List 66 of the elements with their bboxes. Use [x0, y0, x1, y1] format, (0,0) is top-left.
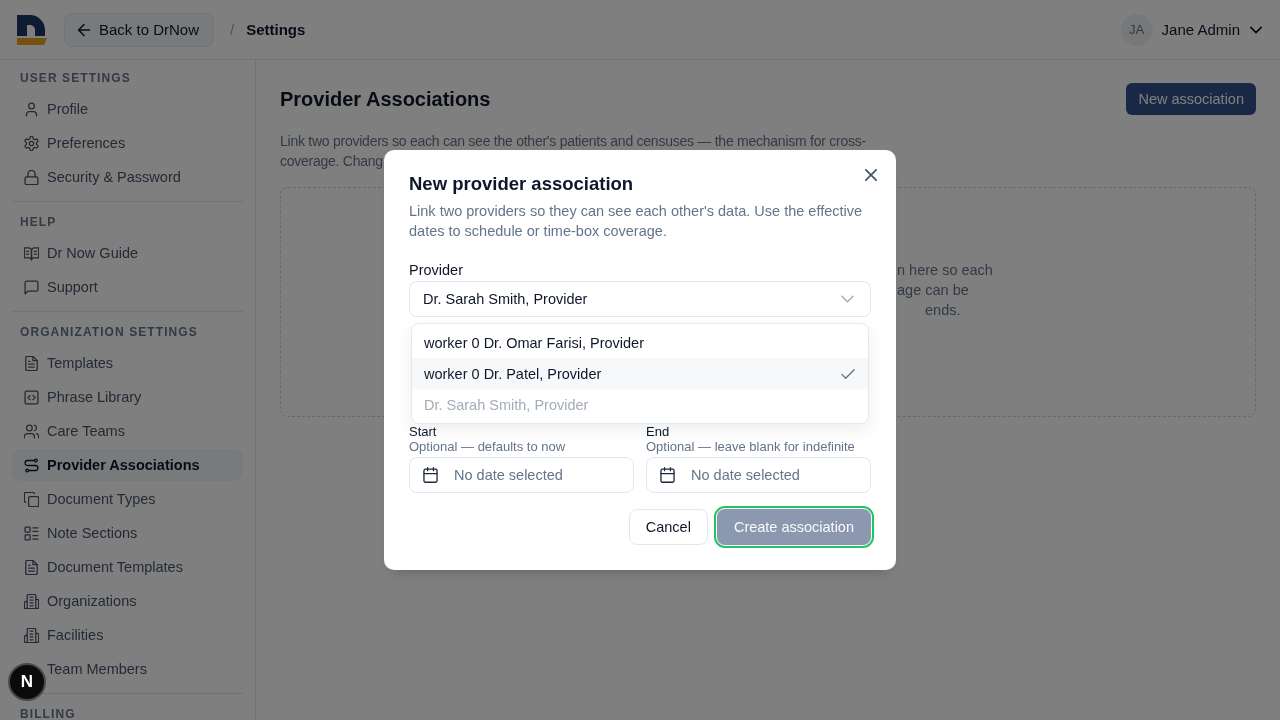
sidebar-link[interactable]: Facilities: [12, 619, 243, 651]
building-icon: [24, 627, 39, 643]
sidebar-section-heading: USER SETTINGS: [19, 70, 132, 86]
dropdown-option[interactable]: worker 0 Dr. Omar Farisi, Provider: [412, 327, 868, 358]
people-icon: [24, 423, 39, 439]
user-menu-button[interactable]: Jane Admin: [1161, 21, 1262, 38]
provider-select[interactable]: Dr. Sarah Smith, Provider: [409, 281, 871, 317]
sidebar-link[interactable]: Document Templates: [12, 551, 243, 583]
sidebar-link[interactable]: Care Teams: [12, 415, 243, 447]
breadcrumb-separator: /: [230, 21, 235, 38]
book-icon: [24, 245, 39, 261]
field-hint: Optional — leave blank for indefinite: [646, 439, 855, 455]
dev-tools-button[interactable]: N: [8, 663, 46, 701]
dialog-title: New provider association: [409, 174, 635, 194]
sidebar-link[interactable]: Support: [12, 271, 243, 303]
logo-icon: [16, 13, 48, 46]
breadcrumb-current: Settings: [246, 21, 306, 38]
field-label: Start: [409, 425, 437, 439]
sidebar-link[interactable]: Phrase Library: [12, 381, 243, 413]
page-description: Link two providers so each can see the other's patients and censuses — the mechanism for cross-coverage. Chang: [280, 132, 867, 171]
sidebar-link[interactable]: Profile: [12, 93, 243, 125]
back-button[interactable]: Back to DrNow: [64, 12, 215, 47]
sidebar-link[interactable]: Organizations: [12, 585, 243, 617]
building-icon: [24, 593, 39, 609]
sidebar-link[interactable]: Team Members: [47, 653, 243, 685]
date-picker-field[interactable]: No date selected: [409, 457, 634, 493]
sidebar-link[interactable]: Provider Associations: [12, 449, 243, 481]
chevron-down-icon: [1250, 25, 1262, 34]
arrow-left-icon: [77, 22, 91, 37]
cancel-button[interactable]: Cancel: [628, 509, 708, 545]
field-label: Provider: [409, 261, 464, 280]
chevron-down-icon: [841, 295, 854, 303]
date-picker-field[interactable]: No date selected: [646, 457, 871, 493]
document-icon: [24, 355, 39, 371]
sidebar-link[interactable]: Note Sections: [12, 517, 243, 549]
route-icon: [24, 457, 39, 473]
dropdown-option[interactable]: worker 0 Dr. Patel, Provider: [412, 358, 868, 389]
close-button[interactable]: [863, 167, 879, 183]
page-title: Provider Associations: [280, 87, 491, 112]
field-label: End: [646, 425, 670, 439]
sidebar-link[interactable]: Templates: [12, 347, 243, 379]
sidebar-link[interactable]: Security & Password: [12, 161, 243, 193]
sidebar-section-heading: HELP: [19, 214, 58, 230]
sidebar-section-heading: ORGANIZATION SETTINGS: [19, 324, 199, 340]
empty-state-text: n here so each: [897, 261, 993, 280]
empty-state-text: age can be: [897, 281, 969, 300]
list-icon: [24, 525, 39, 541]
calendar-icon: [423, 467, 438, 483]
field-hint: Optional — defaults to now: [409, 439, 566, 455]
user-avatar: JA: [1120, 13, 1153, 46]
settings-icon: [24, 135, 39, 151]
sidebar-link[interactable]: Preferences: [12, 127, 243, 159]
sidebar-section-heading: BILLING: [19, 706, 77, 720]
sidebar-link[interactable]: Document Types: [12, 483, 243, 515]
document-icon: [24, 559, 39, 575]
user-icon: [24, 101, 39, 117]
check-icon: [841, 368, 855, 379]
new-association-button[interactable]: New association: [1126, 83, 1256, 115]
dialog-description: Link two providers so they can see each other's data. Use the effective dates to schedule or time-box coverage.: [409, 202, 864, 241]
sidebar-link[interactable]: Dr Now Guide: [12, 237, 243, 269]
close-icon: [865, 169, 877, 181]
chat-bubble-icon: [24, 279, 39, 295]
calendar-icon: [660, 467, 675, 483]
copy-icon: [24, 491, 39, 507]
lock-icon: [24, 169, 39, 185]
empty-state-text: ends.: [925, 301, 961, 320]
